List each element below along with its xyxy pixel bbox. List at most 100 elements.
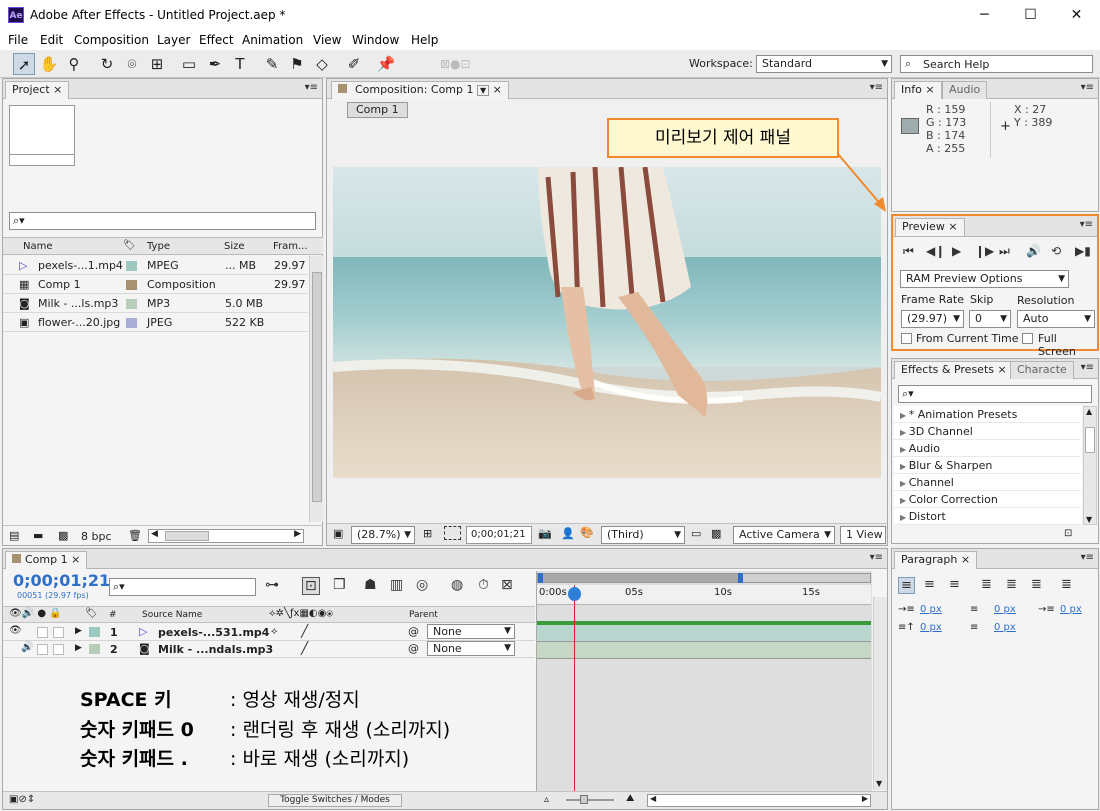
resolution-dropdown[interactable]: Auto ▼ <box>1017 310 1095 328</box>
frame-rate-dropdown[interactable]: (29.97) ▼ <box>901 310 964 328</box>
type-tool-icon[interactable]: T <box>229 53 251 75</box>
column-size[interactable]: Size <box>224 241 245 252</box>
panel-menu-icon[interactable]: ▾≡ <box>1081 82 1094 93</box>
column-type[interactable]: Type <box>147 241 170 252</box>
menu-layer[interactable]: Layer <box>157 33 190 47</box>
column-name[interactable]: Name <box>23 241 53 252</box>
close-icon[interactable]: × <box>493 83 502 96</box>
list-item[interactable]: ▶ Channel <box>894 474 1081 491</box>
timeline-search-input[interactable]: ⌕▾ <box>109 578 256 596</box>
tab-effects-presets[interactable]: Effects & Presets × <box>894 361 1014 379</box>
list-item[interactable]: ▷ pexels-...1.mp4 MPEG ... MB 29.97 <box>3 256 308 275</box>
list-item[interactable]: ▶ Color Correction <box>894 491 1081 508</box>
list-item[interactable]: ◙ Milk - ...ls.mp3 MP3 5.0 MB <box>3 294 308 313</box>
tab-comp-timeline[interactable]: Comp 1 × <box>5 551 88 569</box>
selection-tool-icon[interactable]: ➚ <box>13 53 35 75</box>
snapshot-camera-icon[interactable]: 📷 <box>538 527 552 540</box>
first-line-indent-value[interactable]: 0 px <box>1060 604 1082 615</box>
column-parent[interactable]: Parent <box>409 610 438 620</box>
toggle-switches-modes-button[interactable]: Toggle Switches / Modes <box>268 794 402 807</box>
current-time-timecode[interactable]: 0;00;01;21 <box>13 571 110 590</box>
tab-preview[interactable]: Preview × <box>895 218 965 236</box>
align-left-icon[interactable]: ≡ <box>898 577 915 594</box>
composition-mini-flowchart-icon[interactable]: ⊶ <box>265 577 279 593</box>
menu-edit[interactable]: Edit <box>40 33 63 47</box>
tab-character[interactable]: Characte <box>1010 361 1074 379</box>
menu-window[interactable]: Window <box>352 33 399 47</box>
toggle-mask-icon[interactable] <box>444 526 461 540</box>
camera-view-dropdown[interactable]: Active Camera ▼ <box>733 526 835 544</box>
zoom-slider[interactable] <box>566 795 614 804</box>
space-after-value[interactable]: 0 px <box>994 622 1016 633</box>
axis-mode-icon[interactable]: ⊠●⊡ <box>440 53 471 75</box>
ram-preview-icon[interactable]: ▶▮ <box>1075 244 1091 258</box>
close-button[interactable]: ✕ <box>1054 0 1099 30</box>
pan-behind-tool-icon[interactable]: ⊞ <box>146 53 168 75</box>
timeline-track-area[interactable]: 0:00s 05s 10s 15s <box>536 571 872 792</box>
live-update-icon[interactable]: ⊡ <box>302 577 320 595</box>
indent-left-value[interactable]: 0 px <box>920 604 942 615</box>
safe-zones-icon[interactable]: ⊞ <box>423 527 432 540</box>
audio-toggle-icon[interactable]: 🔊 <box>1026 244 1041 258</box>
panel-menu-icon[interactable]: ▾≡ <box>1080 219 1093 230</box>
horizontal-scrollbar[interactable]: ◀ ▶ <box>647 794 871 807</box>
close-icon[interactable]: × <box>53 83 62 96</box>
stopwatch-icon[interactable]: ⏱ <box>478 577 489 593</box>
indent-right-value[interactable]: 0 px <box>994 604 1016 615</box>
close-icon[interactable]: × <box>961 553 970 566</box>
menu-animation[interactable]: Animation <box>242 33 303 47</box>
lock-switch[interactable] <box>53 627 64 638</box>
effects-search-input[interactable]: ⌕▾ <box>898 385 1092 403</box>
view-layout-dropdown[interactable]: 1 View <box>840 526 886 544</box>
align-center-icon[interactable]: ≡ <box>924 577 935 592</box>
composition-viewer[interactable] <box>333 167 881 478</box>
label-color-swatch[interactable] <box>89 627 100 637</box>
parent-dropdown[interactable]: None ▼ <box>427 641 515 656</box>
region-of-interest-icon[interactable]: ▭ <box>691 527 701 540</box>
brush-tool-icon[interactable]: ✎ <box>261 53 283 75</box>
graph-editor-icon[interactable]: ⊠ <box>501 577 513 593</box>
list-item[interactable]: ▶ Blur & Sharpen <box>894 457 1081 474</box>
trash-icon[interactable]: 🗑 <box>128 529 142 542</box>
audio-speaker-icon[interactable]: 🔊 <box>21 642 33 653</box>
search-help-input[interactable]: ⌕ Search Help <box>900 55 1093 73</box>
pickwhip-icon[interactable]: @ <box>408 642 419 655</box>
panel-menu-icon[interactable]: ▾≡ <box>305 82 318 93</box>
disclosure-triangle-icon[interactable]: ▶ <box>75 643 82 653</box>
menu-help[interactable]: Help <box>411 33 438 47</box>
close-icon[interactable]: × <box>948 220 957 233</box>
tab-audio[interactable]: Audio <box>942 81 988 99</box>
project-scrollbar[interactable] <box>309 256 323 522</box>
chevron-down-icon[interactable]: ▼ <box>477 85 490 96</box>
ram-preview-options-dropdown[interactable]: RAM Preview Options ▼ <box>900 270 1069 288</box>
current-time-indicator[interactable] <box>574 585 575 792</box>
maximize-button[interactable]: ☐ <box>1008 0 1053 30</box>
magnification-dropdown[interactable]: (28.7%) ▼ <box>351 526 415 544</box>
panel-menu-icon[interactable]: ▾≡ <box>870 552 883 563</box>
parent-dropdown[interactable]: None ▼ <box>427 624 515 639</box>
menu-view[interactable]: View <box>313 33 341 47</box>
menu-file[interactable]: File <box>8 33 28 47</box>
zoom-tool-icon[interactable]: ⚲ <box>63 53 85 75</box>
project-search-input[interactable]: ⌕▾ <box>9 212 316 230</box>
loop-icon[interactable]: ⟲ <box>1051 244 1061 258</box>
close-icon[interactable]: × <box>925 83 934 96</box>
from-current-time-checkbox[interactable] <box>901 333 912 344</box>
pickwhip-icon[interactable]: @ <box>408 625 419 638</box>
work-area-bar[interactable] <box>537 573 871 583</box>
motion-blur-icon[interactable]: ◎ <box>416 577 428 593</box>
panel-menu-icon[interactable]: ▾≡ <box>1081 552 1094 563</box>
camera-tool-icon[interactable]: ⌾ <box>121 53 143 75</box>
list-item[interactable]: ▶ Audio <box>894 440 1081 457</box>
tab-paragraph[interactable]: Paragraph × <box>894 551 978 569</box>
list-item[interactable]: ▶ * Animation Presets <box>894 406 1081 423</box>
skip-dropdown[interactable]: 0 ▼ <box>969 310 1011 328</box>
hand-tool-icon[interactable]: ✋ <box>38 53 60 75</box>
timeline-scrollbar[interactable]: ▼ <box>873 597 887 790</box>
clone-stamp-tool-icon[interactable]: ⚑ <box>286 53 308 75</box>
solo-switch[interactable] <box>37 644 48 655</box>
folder-icon[interactable]: ▬ <box>33 529 43 542</box>
comp-breadcrumb[interactable]: Comp 1 <box>347 102 408 118</box>
align-right-icon[interactable]: ≡ <box>949 577 960 592</box>
resolution-dropdown[interactable]: (Third) ▼ <box>601 526 685 544</box>
